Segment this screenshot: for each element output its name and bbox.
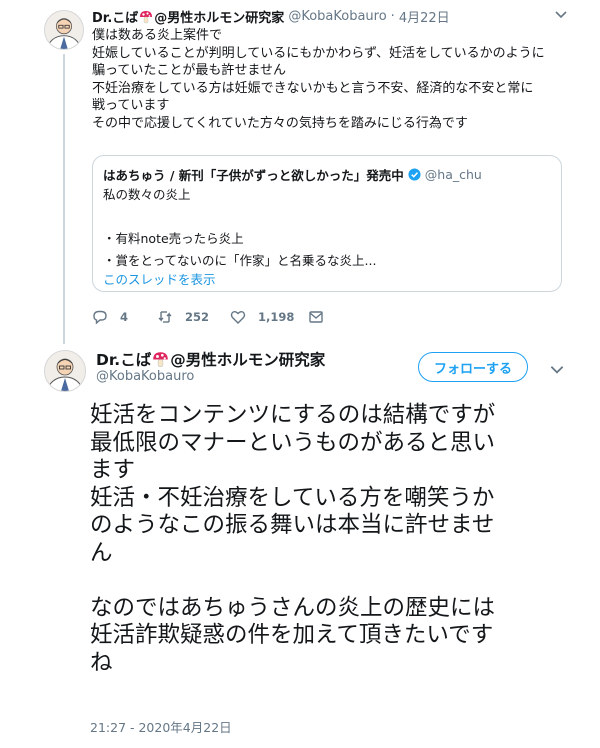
quote-bullet: ・有料note売ったら炎上 [103, 231, 244, 246]
dm-icon [309, 311, 323, 323]
quote-text: 私の数々の炎上 [103, 187, 191, 202]
avatar[interactable] [44, 10, 84, 50]
tweet-line: 妊娠していることが判明しているにもかかわらず、妊活をしているかのように [92, 45, 545, 61]
tweet-line: のようなこの振る舞いは本当に許せませ [90, 512, 495, 538]
tweet-timestamp[interactable]: 21:27 - 2020年4月22日 [90, 717, 232, 736]
doctor-avatar-icon [45, 11, 83, 49]
quote-bullet: ・賞をとってないのに「作家」と名乗るな炎上... [103, 253, 377, 268]
tweet-header: Dr.こば @男性ホルモン研究家 @KobaKobauro · 4月22日 [92, 7, 450, 26]
separator-dot: · [390, 9, 395, 24]
tweet-line: 不妊治療をしている方は妊娠できないかもと言う不安、経済的な不安と常に [92, 80, 534, 96]
display-name-suffix[interactable]: @男性ホルモン研究家 [154, 7, 284, 26]
quoted-tweet[interactable]: はあちゅう / 新刊「子供がずっと欲しかった」発売中 @ha_chu 私の数々の… [92, 155, 562, 292]
handle[interactable]: @KobaKobauro [288, 9, 386, 24]
verified-badge-icon [408, 168, 421, 181]
retweet-count: 252 [185, 310, 210, 324]
quote-handle: @ha_chu [424, 167, 482, 182]
chevron-down-icon[interactable] [553, 6, 569, 22]
tweet-line [90, 567, 570, 595]
dm-button[interactable] [308, 309, 336, 325]
avatar[interactable] [44, 350, 86, 392]
display-name-text: Dr.こば [96, 351, 152, 369]
tweet-text: 僕は数ある炎上案件で 妊娠していることが判明しているにもかかわらず、妊活をしてい… [92, 27, 572, 133]
tweet-actions: 4 252 1,198 [92, 307, 336, 327]
reply-icon [93, 310, 107, 325]
tweet-line: ね [90, 649, 113, 676]
tweet-line: 戦っています [92, 98, 170, 114]
show-thread-link[interactable]: このスレッドを表示 [103, 269, 216, 288]
quote-header: はあちゅう / 新刊「子供がずっと欲しかった」発売中 @ha_chu [103, 165, 482, 184]
tweet-line: 妊活・不妊治療をしている方を嘲笑うか [90, 484, 495, 511]
chevron-down-icon[interactable] [548, 360, 566, 378]
display-name[interactable]: Dr.こば @男性ホルモン研究家 [96, 348, 325, 370]
tweet-line: 騙っていたことが最も許せません [92, 63, 286, 79]
tweet-text: 妊活をコンテンツにするのは結構ですが 最低限のマナーというものがあると思い ます… [90, 402, 570, 677]
follow-button[interactable]: フォローする [418, 352, 528, 382]
tweet-line: 妊活をコンテンツにするのは結構ですが [90, 402, 496, 428]
handle[interactable]: @KobaKobauro [96, 369, 194, 384]
reply-count: 4 [120, 310, 129, 324]
quote-display-name: はあちゅう / 新刊「子供がずっと欲しかった」発売中 [103, 168, 404, 183]
thread-line [63, 54, 65, 344]
mushroom-icon [153, 351, 168, 367]
like-icon [230, 311, 246, 324]
doctor-avatar-icon [45, 351, 85, 391]
display-name[interactable]: Dr.こば [92, 7, 138, 26]
tweet-line: ん [90, 539, 113, 566]
retweet-button[interactable]: 252 [157, 309, 230, 325]
tweet-line: その中で応援してくれていた方々の気持ちを踏みにじる行為です [92, 115, 468, 131]
like-count: 1,198 [258, 310, 295, 324]
tweet-line: ます [90, 457, 136, 483]
reply-button[interactable]: 4 [92, 309, 157, 325]
tweet-line: なのではあちゅうさんの炎上の歴史には [90, 594, 496, 621]
like-button[interactable]: 1,198 [230, 309, 308, 325]
tweet-line: 妊活詐欺疑惑の件を加えて頂きたいです [90, 622, 494, 648]
tweet-line: 僕は数ある炎上案件で [92, 28, 223, 43]
display-name-suffix: @男性ホルモン研究家 [170, 351, 326, 369]
retweet-icon [158, 311, 172, 323]
tweet-date[interactable]: 4月22日 [399, 7, 450, 26]
mushroom-icon [140, 10, 153, 23]
tweet-line: 最低限のマナーというものがあると思い [90, 429, 496, 456]
